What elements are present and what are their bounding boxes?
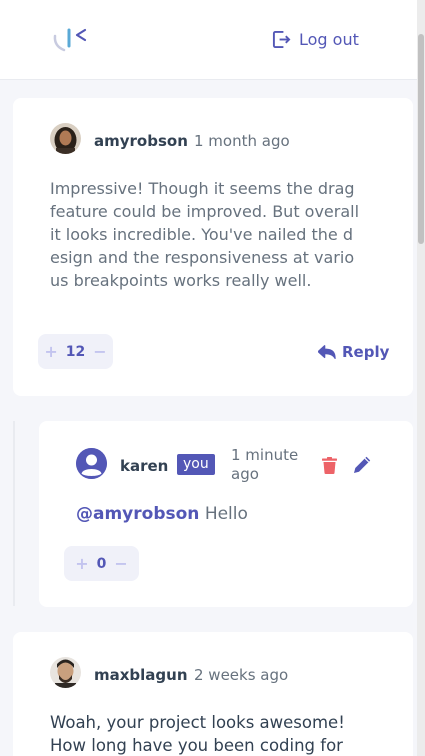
vote-score: 0 (96, 555, 107, 572)
logout-icon (272, 30, 291, 49)
comment-timestamp: 1 minute ago (231, 446, 299, 483)
downvote-minus-icon[interactable]: − (114, 555, 127, 572)
reply-card: karen you 1 minute ago @amyrobson Hello … (39, 421, 413, 607)
vote-control: + 12 − (38, 334, 113, 369)
delete-button[interactable] (322, 457, 337, 478)
comment-timestamp: 1 month ago (194, 132, 290, 150)
avatar (76, 448, 107, 479)
comment-card: amyrobson 1 month ago Impressive! Though… (13, 98, 413, 396)
edit-button[interactable] (353, 456, 371, 478)
logout-button[interactable]: Log out (272, 30, 359, 49)
vote-score: 12 (65, 343, 86, 360)
comment-text: Impressive! Though it seems the drag fea… (50, 179, 360, 290)
comment-username[interactable]: karen (120, 457, 168, 475)
reply-label: Reply (342, 343, 390, 361)
trash-icon (322, 457, 337, 474)
app-logo-icon (53, 28, 87, 52)
upvote-plus-icon[interactable]: + (44, 343, 57, 360)
avatar (50, 657, 81, 688)
reply-message: Hello (204, 504, 248, 524)
comment-username[interactable]: maxblagun (94, 666, 188, 684)
you-badge: you (177, 454, 215, 475)
comment-text: Woah, your project looks awesome! How lo… (50, 713, 345, 755)
page-scrollbar[interactable] (417, 0, 425, 756)
comment-username[interactable]: amyrobson (94, 132, 188, 150)
comment-text: @amyrobson Hello (76, 503, 376, 526)
scrollbar-thumb[interactable] (418, 34, 424, 244)
avatar (50, 123, 81, 154)
mention-link[interactable]: @amyrobson (76, 504, 199, 524)
user-placeholder-icon (76, 448, 107, 479)
app-header: Log out (0, 0, 425, 80)
pencil-icon (354, 456, 371, 473)
upvote-plus-icon[interactable]: + (75, 555, 88, 572)
reply-icon (318, 344, 336, 359)
comment-timestamp: 2 weeks ago (194, 666, 289, 684)
downvote-minus-icon[interactable]: − (93, 343, 106, 360)
thread-divider (13, 421, 15, 606)
vote-control: + 0 − (64, 546, 139, 581)
logout-label: Log out (299, 30, 359, 49)
reply-button[interactable]: Reply (318, 343, 389, 361)
comment-card: maxblagun 2 weeks ago Woah, your project… (13, 632, 413, 756)
